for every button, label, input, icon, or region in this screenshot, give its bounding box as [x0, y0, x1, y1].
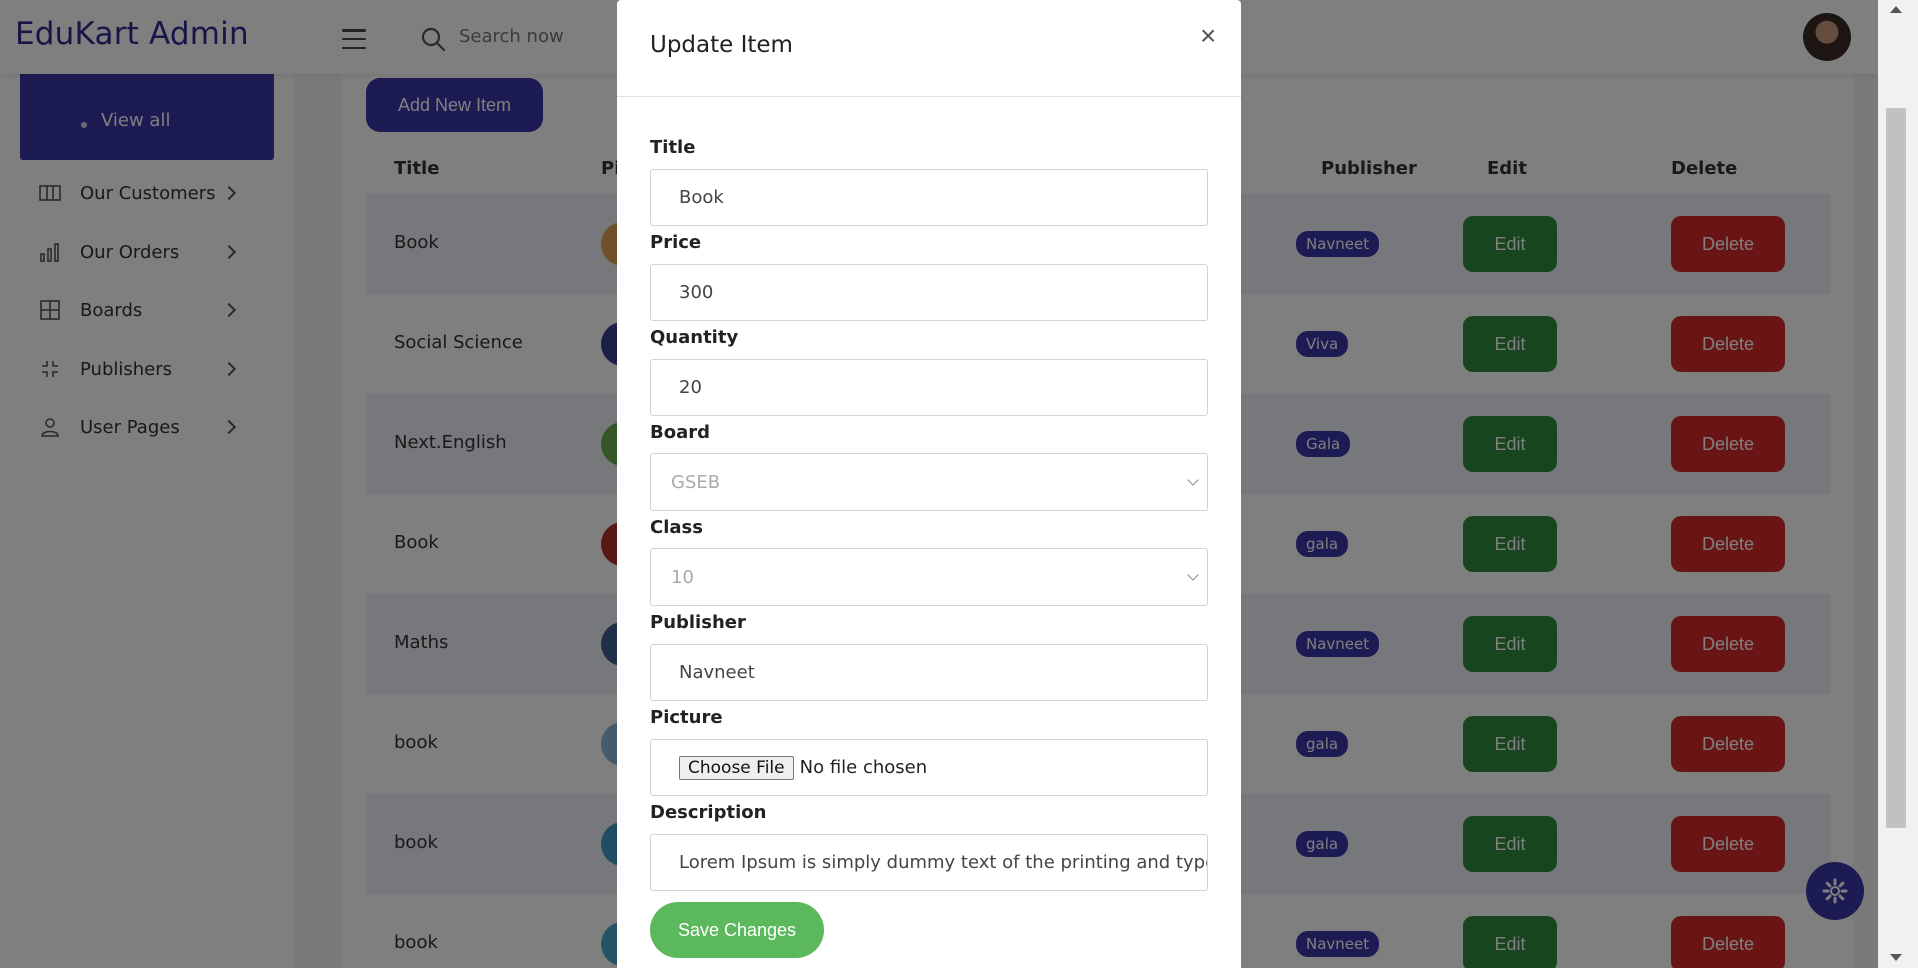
publisher-field[interactable]: Navneet — [650, 644, 1208, 701]
file-status-text: No file chosen — [799, 757, 928, 778]
scroll-up-arrow-icon[interactable] — [1890, 6, 1902, 13]
quantity-label: Quantity — [650, 327, 739, 348]
quantity-field[interactable]: 20 — [650, 359, 1208, 416]
price-label: Price — [650, 232, 702, 253]
scrollbar[interactable] — [1878, 0, 1918, 968]
title-field[interactable]: Book — [650, 169, 1208, 226]
class-label: Class — [650, 517, 703, 538]
board-select-value: GSEB — [671, 471, 721, 493]
chevron-down-icon — [1187, 474, 1199, 486]
chevron-down-icon — [1187, 569, 1199, 581]
class-select-value: 10 — [671, 566, 694, 588]
description-field[interactable]: Lorem Ipsum is simply dummy text of the … — [650, 834, 1208, 891]
modal-title: Update Item — [650, 32, 793, 58]
description-label: Description — [650, 802, 767, 823]
scrollbar-thumb[interactable] — [1886, 108, 1906, 828]
save-changes-button[interactable]: Save Changes — [650, 902, 824, 958]
update-item-modal: Update Item × Title Book Price 300 Quant… — [617, 0, 1241, 968]
picture-file-input[interactable]: Choose File No file chosen — [650, 739, 1208, 796]
price-field[interactable]: 300 — [650, 264, 1208, 321]
picture-label: Picture — [650, 707, 723, 728]
board-label: Board — [650, 422, 710, 443]
scroll-down-arrow-icon[interactable] — [1890, 954, 1902, 961]
class-select[interactable]: 10 — [650, 548, 1208, 606]
publisher-label: Publisher — [650, 612, 746, 633]
choose-file-button[interactable]: Choose File — [679, 755, 794, 780]
modal-header: Update Item × — [617, 0, 1241, 97]
board-select[interactable]: GSEB — [650, 453, 1208, 511]
title-label: Title — [650, 137, 696, 158]
close-icon[interactable]: × — [1200, 22, 1216, 50]
